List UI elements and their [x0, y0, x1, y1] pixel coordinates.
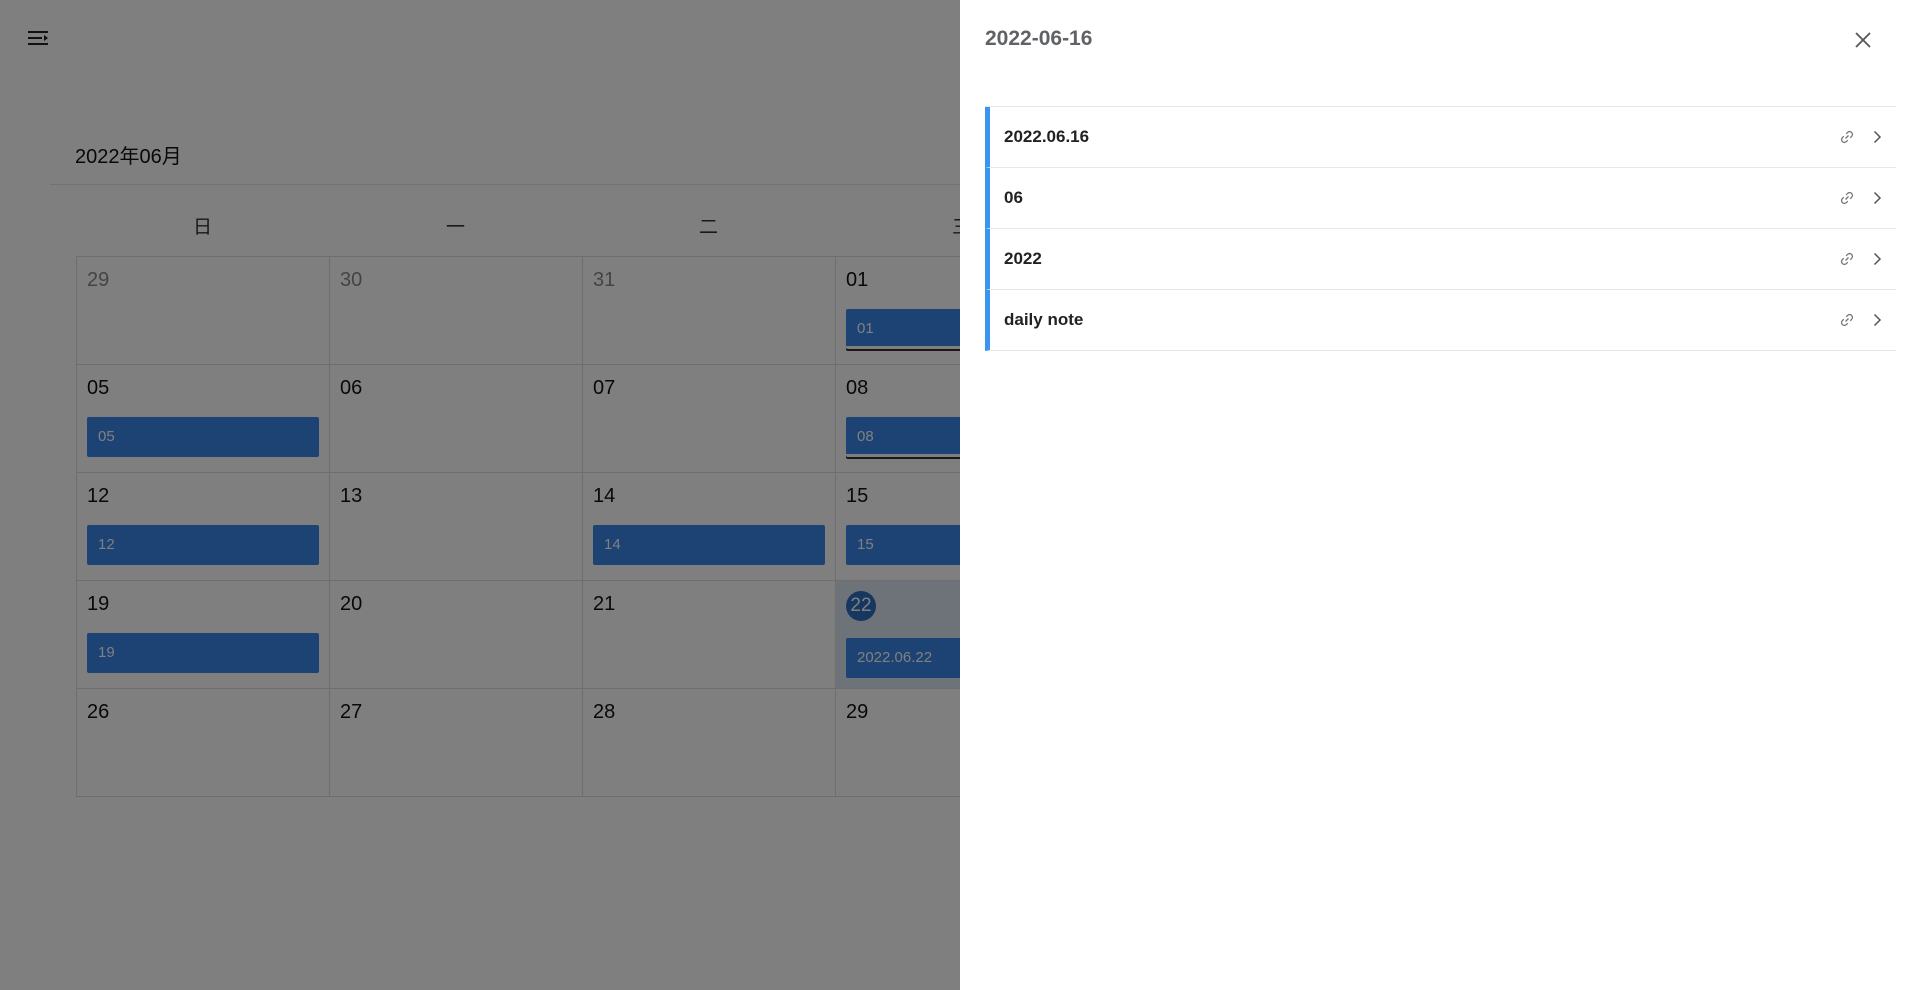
link-icon[interactable]: [1838, 128, 1856, 146]
chevron-right-icon[interactable]: [1868, 189, 1886, 207]
chevron-right-icon[interactable]: [1868, 311, 1886, 329]
linked-note-item[interactable]: 2022: [985, 229, 1896, 290]
linked-note-label: 2022: [1004, 249, 1042, 268]
chevron-right-icon[interactable]: [1868, 128, 1886, 146]
chevron-right-icon[interactable]: [1868, 250, 1886, 268]
linked-note-label: 06: [1004, 188, 1023, 207]
linked-notes-list: 2022.06.16 06 2022 daily note: [985, 106, 1896, 351]
app-root: 2022年06月 日一二三四五六 29303101010203040505060…: [0, 0, 1920, 990]
link-icon[interactable]: [1838, 250, 1856, 268]
close-button[interactable]: [1850, 27, 1876, 53]
linked-note-label: 2022.06.16: [1004, 127, 1090, 146]
linked-note-item[interactable]: 2022.06.16: [985, 107, 1896, 168]
day-detail-drawer: 2022-06-16 2022.06.16 06 2022 daily note: [960, 0, 1896, 990]
drawer-title: 2022-06-16: [985, 27, 1093, 50]
link-icon[interactable]: [1838, 189, 1856, 207]
close-icon: [1855, 32, 1871, 48]
linked-note-item[interactable]: 06: [985, 168, 1896, 229]
link-icon[interactable]: [1838, 311, 1856, 329]
linked-note-label: daily note: [1004, 310, 1084, 329]
window-edge: [1896, 0, 1920, 990]
linked-note-item[interactable]: daily note: [985, 290, 1896, 351]
